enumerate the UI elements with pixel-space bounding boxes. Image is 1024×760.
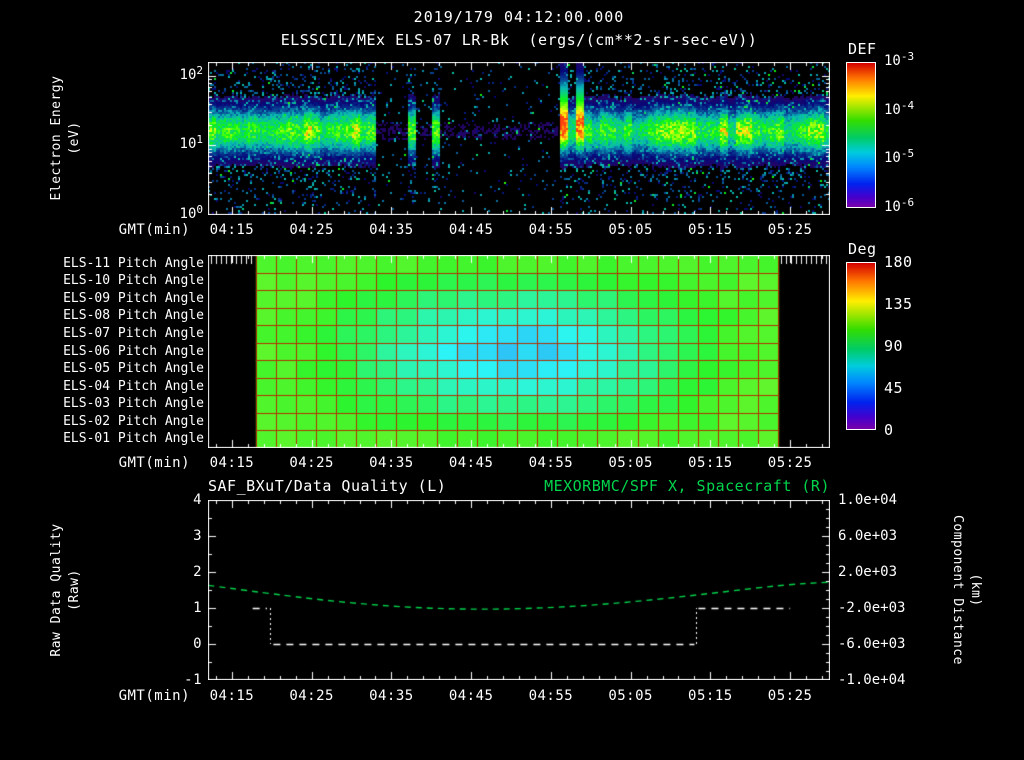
pitch-angle-heatmap-canvas (208, 255, 830, 448)
quality-y-tick-label: 1 (193, 600, 202, 616)
spectrogram-x-tick-label: 04:45 (448, 222, 494, 238)
distance-y-tick-label: 6.0e+03 (838, 528, 898, 544)
timeseries-x-tick-label: 04:55 (528, 688, 574, 704)
distance-y-tick-label: -2.0e+03 (838, 600, 906, 616)
timeseries-x-tick-label: 04:35 (369, 688, 414, 704)
def-colorbar-tick-label: 10-4 (884, 98, 915, 118)
gmt-label-spectrogram: GMT(min) (118, 222, 190, 238)
pitch-x-tick-label: 04:25 (289, 455, 334, 471)
timeseries-x-tick-label: 05:25 (767, 688, 813, 704)
pitch-row-label: ELS-10 Pitch Angle (63, 273, 204, 289)
gmt-label-pitch: GMT(min) (118, 455, 190, 471)
pitch-row-label: ELS-01 Pitch Angle (63, 431, 204, 447)
timeseries-x-tick-label: 05:05 (608, 688, 653, 704)
distance-y-tick-label: 1.0e+04 (838, 492, 898, 508)
pitch-row-label: ELS-04 Pitch Angle (63, 378, 204, 394)
energy-y-tick-label: 100 (179, 203, 203, 222)
def-colorbar-tick-label: 10-5 (884, 147, 915, 167)
deg-colorbar-tick-label: 135 (884, 295, 913, 313)
pitch-row-label: ELS-08 Pitch Angle (63, 308, 204, 324)
spectrogram-x-tick-label: 05:05 (608, 222, 653, 238)
timeseries-x-tick-label: 04:15 (209, 688, 255, 704)
pitch-x-tick-label: 05:15 (688, 455, 733, 471)
quality-y-tick-label: 0 (193, 636, 202, 652)
quality-axis-label: Raw Data Quality (49, 523, 64, 657)
energy-y-tick-label: 102 (179, 63, 203, 83)
distance-y-tick-label: -6.0e+03 (838, 636, 906, 652)
pitch-row-label: ELS-11 Pitch Angle (63, 255, 204, 271)
pitch-x-tick-label: 05:05 (608, 455, 653, 471)
timeseries-x-tick-label: 05:15 (688, 688, 733, 704)
quality-y-tick-label: 2 (193, 564, 202, 580)
distance-axis-label: Component Distance (950, 515, 965, 665)
energy-axis-unit: (eV) (67, 121, 82, 155)
distance-y-tick-label: -1.0e+04 (838, 672, 906, 688)
def-colorbar-tick-label: 10-3 (884, 50, 915, 69)
spectrogram-x-tick-label: 05:15 (688, 222, 733, 238)
def-colorbar-tick-label: 10-6 (884, 196, 915, 215)
def-colorbar (846, 62, 876, 208)
deg-colorbar-tick-label: 45 (884, 379, 904, 397)
spectrogram-title: ELSSCIL/MEx ELS-07 LR-Bk (ergs/(cm**2-sr… (280, 31, 758, 49)
pitch-row-label: ELS-07 Pitch Angle (63, 325, 204, 341)
quality-y-tick-label: -1 (184, 672, 202, 688)
distance-y-tick-label: 2.0e+03 (838, 564, 898, 580)
timeseries-x-tick-label: 04:25 (289, 688, 334, 704)
pitch-x-tick-label: 05:25 (767, 455, 813, 471)
pitch-row-label: ELS-03 Pitch Angle (63, 396, 204, 412)
pitch-row-label: ELS-02 Pitch Angle (63, 413, 204, 429)
deg-colorbar (846, 262, 876, 430)
electron-energy-spectrogram-canvas (208, 62, 830, 215)
distance-series-title: MEXORBMC/SPF X, Spacecraft (R) (544, 477, 830, 495)
deg-colorbar-tick-label: 180 (884, 253, 913, 271)
def-colorbar-label: DEF (848, 40, 877, 58)
energy-axis-label: Electron Energy (49, 75, 64, 201)
quality-series-title: SAF_BXuT/Data Quality (L) (208, 477, 447, 495)
pitch-x-tick-label: 04:35 (369, 455, 414, 471)
quality-y-tick-label: 3 (193, 528, 202, 544)
page-title: 2019/179 04:12:00.000 (413, 8, 625, 26)
pitch-row-label: ELS-05 Pitch Angle (63, 361, 204, 377)
pitch-x-tick-label: 04:45 (448, 455, 494, 471)
deg-colorbar-label: Deg (848, 240, 877, 258)
distance-axis-unit: (km) (968, 573, 983, 607)
deg-colorbar-tick-label: 90 (884, 337, 904, 355)
quality-distance-plot-canvas (208, 500, 830, 680)
pitch-x-tick-label: 04:55 (528, 455, 574, 471)
mex-els-browse-plot: 2019/179 04:12:00.000 ELSSCIL/MEx ELS-07… (0, 0, 1024, 708)
quality-y-tick-label: 4 (193, 492, 202, 508)
spectrogram-x-tick-label: 05:25 (767, 222, 813, 238)
spectrogram-x-tick-label: 04:25 (289, 222, 334, 238)
gmt-label-timeseries: GMT(min) (118, 688, 190, 704)
deg-colorbar-tick-label: 0 (884, 421, 894, 439)
spectrogram-x-tick-label: 04:15 (209, 222, 255, 238)
pitch-x-tick-label: 04:15 (209, 455, 255, 471)
pitch-row-label: ELS-09 Pitch Angle (63, 290, 204, 306)
quality-axis-unit: (Raw) (67, 569, 82, 611)
pitch-row-label: ELS-06 Pitch Angle (63, 343, 204, 359)
energy-y-tick-label: 101 (179, 133, 203, 153)
spectrogram-x-tick-label: 04:55 (528, 222, 574, 238)
timeseries-x-tick-label: 04:45 (448, 688, 494, 704)
spectrogram-x-tick-label: 04:35 (369, 222, 414, 238)
